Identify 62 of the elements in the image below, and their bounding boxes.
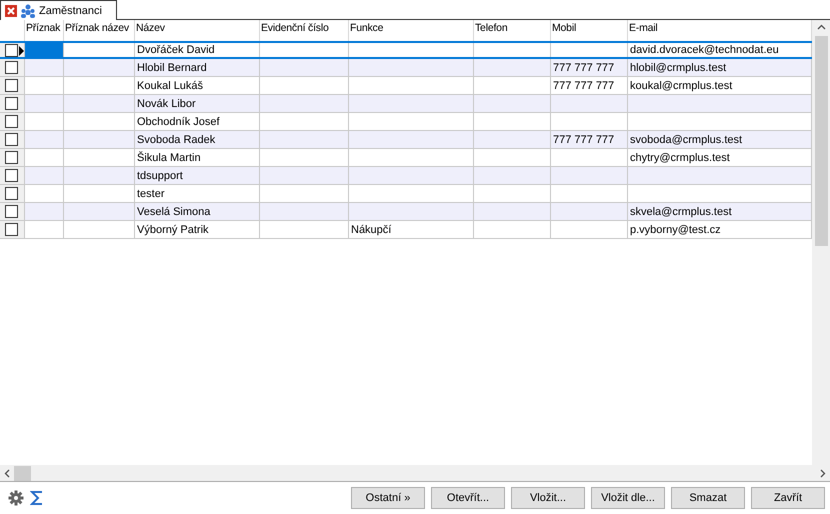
table-cell: Šikula Martin [137,152,201,164]
checkbox[interactable] [5,205,18,218]
table-row[interactable]: Výborný Patrik Nákupčí p.vyborny@test.cz [0,221,812,239]
scroll-left-icon[interactable] [4,468,10,478]
table-row[interactable]: Novák Libor [0,95,812,113]
people-icon [20,4,36,18]
scrollbar-thumb[interactable] [14,466,31,480]
checkbox[interactable] [5,151,18,164]
action-button[interactable]: Vložit dle... [591,487,665,509]
action-button[interactable]: Vložit... [511,487,585,509]
table-cell: 777 777 777 [553,80,614,92]
table-cell: Novák Libor [137,98,196,110]
table-row[interactable]: Svoboda Radek 777 777 777 svoboda@crmplus.test [0,131,812,149]
table-row[interactable]: tdsupport [0,167,812,185]
action-button[interactable]: Ostatní » [351,487,425,509]
checkbox[interactable] [5,44,18,56]
checkbox[interactable] [5,133,18,146]
table-row[interactable]: Šikula Martin chytry@crmplus.test [0,149,812,167]
checkbox[interactable] [5,187,18,200]
table-cell: Dvořáček David [137,44,215,56]
scroll-right-icon[interactable] [820,468,826,478]
table-cell: tester [137,188,165,200]
scrollbar-thumb[interactable] [814,36,828,246]
table-cell: chytry@crmplus.test [630,152,730,164]
action-button[interactable]: Zavřít [751,487,825,509]
table-cell: david.dvoracek@technodat.eu [630,44,779,56]
checkbox[interactable] [5,79,18,92]
table-cell: 777 777 777 [553,62,614,74]
settings-icon[interactable] [8,490,24,506]
table-row[interactable]: Veselá Simona skvela@crmplus.test [0,203,812,221]
table-row[interactable]: tester [0,185,812,203]
action-button[interactable]: Otevřít... [431,487,505,509]
table-cell: Obchodník Josef [137,116,220,128]
table-cell: Hlobil Bernard [137,62,207,74]
table-cell: 777 777 777 [553,134,614,146]
checkbox[interactable] [5,115,18,128]
table-row[interactable]: Hlobil Bernard 777 777 777 hlobil@crmplus.test [0,59,812,77]
checkbox[interactable] [5,61,18,74]
action-button[interactable]: Smazat [671,487,745,509]
scroll-up-icon[interactable] [816,24,826,30]
table-cell: hlobil@crmplus.test [630,62,726,74]
checkbox[interactable] [5,169,18,182]
tab[interactable]: Zaměstnanci [0,0,117,20]
checkbox[interactable] [5,97,18,110]
table-row[interactable]: Koukal Lukáš 777 777 777 koukal@crmplus.test [0,77,812,95]
checkbox[interactable] [5,223,18,236]
close-icon[interactable] [5,4,17,16]
tab-title: Zaměstnanci [39,4,102,16]
table-cell: skvela@crmplus.test [630,206,732,218]
table-cell: svoboda@crmplus.test [630,134,742,146]
table-cell: Nákupčí [351,224,392,236]
table-cell: tdsupport [137,170,183,182]
table-cell: p.vyborny@test.cz [630,224,721,236]
table-row[interactable]: Dvořáček David david.dvoracek@technodat.eu [0,41,812,59]
table-cell: koukal@crmplus.test [630,80,732,92]
table-cell: Koukal Lukáš [137,80,204,92]
table-row[interactable]: Obchodník Josef [0,113,812,131]
sum-icon[interactable] [30,490,44,506]
table-cell: Svoboda Radek [137,134,216,146]
table-cell: Veselá Simona [137,206,210,218]
row-pointer-icon [19,46,24,56]
table-cell: Výborný Patrik [137,224,209,236]
